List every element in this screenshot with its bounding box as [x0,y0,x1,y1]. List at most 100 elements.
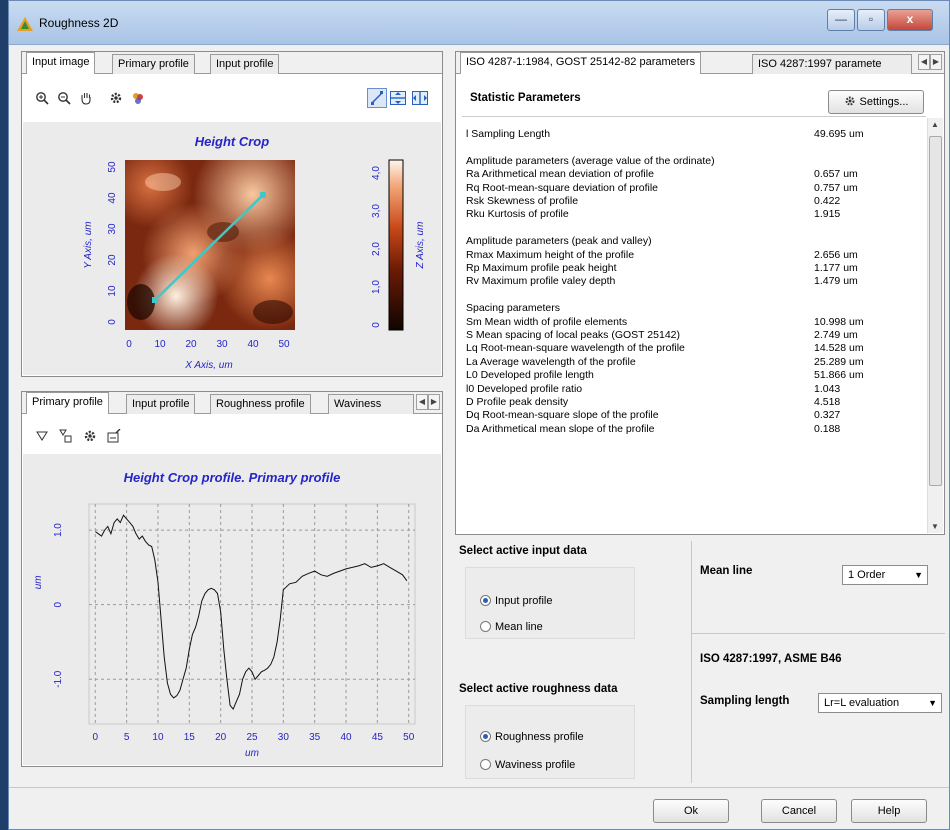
image-y-tick-label: 20 [107,254,118,266]
profile-end-handle[interactable] [260,192,266,198]
minimize-button[interactable]: — [827,9,855,31]
gear-icon [844,93,856,115]
tab-scroll-right-icon[interactable]: ▶ [428,394,440,410]
input-data-group: Input profile Mean line [465,567,635,639]
tab-input-profile-plot[interactable]: Input profile [126,394,196,414]
tab-scroll-left-icon[interactable]: ◀ [416,394,428,410]
image-y-ticks: 0 10 20 30 40 50 [107,161,118,325]
profile-x-tick-label: 35 [309,732,321,743]
parameters-tabbar: ISO 4287-1:1984, GOST 25142-82 parameter… [456,52,944,74]
scroll-up-icon[interactable]: ▲ [931,120,939,129]
param-tab-scroll[interactable]: ◀ ▶ [918,54,942,70]
sampling-length-value: Lr=L evaluation [824,697,900,709]
stat-label: Amplitude parameters (average value of t… [466,154,715,167]
stat-label: l Sampling Length [466,128,551,140]
help-button[interactable]: Help [851,799,927,823]
image-x-tick-label: 10 [154,339,166,350]
image-y-axis-label: Y Axis, um [83,221,94,268]
cancel-button[interactable]: Cancel [761,799,837,823]
horizontal-range-icon[interactable] [388,88,408,108]
radio-input-profile-label: Input profile [495,595,553,607]
copy-shapes-icon[interactable] [56,426,76,446]
radio-input-profile[interactable]: Input profile [480,594,552,608]
tab-iso-4287-1997[interactable]: ISO 4287:1997 paramete [752,54,912,74]
tab-scroll-left-icon[interactable]: ◀ [918,54,930,70]
stat-value: 0.327 [814,409,841,422]
gear-icon[interactable] [80,426,100,446]
tab-input-image[interactable]: Input image [26,52,96,74]
profile-x-tick-label: 15 [184,732,196,743]
tab-roughness-profile[interactable]: Roughness profile [210,394,311,414]
ok-button[interactable]: Ok [653,799,729,823]
profile-toolbar [22,422,442,450]
image-y-tick-label: 30 [107,223,118,235]
image-panel: Input image Primary profile Input profil… [21,51,443,377]
statistic-parameters-header: Statistic Parameters [470,92,581,104]
image-view[interactable]: Height Crop 0 10 20 30 40 50 0 10 20 30 … [23,122,441,375]
profile-x-axis-label: um [245,748,259,759]
settings-button[interactable]: Settings... [828,90,924,114]
close-button[interactable]: x [887,9,933,31]
maximize-button[interactable]: ▫ [857,9,885,31]
profile-chart-svg: 0 5 10 15 20 25 30 35 40 45 50 1.0 0 -1.0 um um [33,503,416,759]
vertical-range-icon[interactable] [410,88,430,108]
profile-series-line [95,514,408,711]
stat-value: 2.656 um [814,248,858,261]
radio-dot [480,595,491,606]
sampling-length-dropdown[interactable]: Lr=L evaluation ▼ [818,693,942,713]
stat-label: Amplitude parameters (peak and valley) [466,235,652,248]
image-x-ticks: 0 10 20 30 40 50 [126,339,290,350]
profile-x-tick-label: 30 [278,732,290,743]
profile-x-tick-label: 0 [92,732,98,743]
tab-primary-profile[interactable]: Primary profile [112,54,195,74]
stat-value: 2.749 um [814,329,858,341]
stat-value: 14.528 um [814,342,864,355]
stat-value: 1.479 um [814,275,858,288]
zoom-in-icon[interactable] [32,88,52,108]
stat-value: 49.695 um [814,128,864,140]
tab-input-profile[interactable]: Input profile [210,54,280,74]
mean-line-dropdown[interactable]: 1 Order ▼ [842,565,928,585]
app-logo-icon [17,17,33,31]
line-tool-icon[interactable] [367,88,387,108]
stat-label: Da Arithmetical mean slope of the profil… [466,422,655,435]
stat-label: Sm Mean width of profile elements [466,315,628,328]
chevron-down-icon: ▼ [928,698,937,708]
profile-plot-area[interactable]: Height Crop profile. Primary profile 051… [23,454,441,765]
radio-dot [480,731,491,742]
profile-tab-scroll[interactable]: ◀ ▶ [416,394,440,410]
profile-x-tick-label: 25 [246,732,258,743]
image-x-tick-label: 30 [216,339,228,350]
parameters-scrollbar[interactable]: ▲ ▼ [927,118,943,533]
pan-hand-icon[interactable] [76,88,96,108]
tab-primary-profile-plot[interactable]: Primary profile [26,392,109,414]
stat-value: 0.657 um [814,168,858,181]
statistics-list: l Sampling Length 49.695 um Amplitude para… [456,118,944,534]
stat-label: Lq Root-mean-square wavelength of the pr… [466,342,685,355]
iso-section-title: ISO 4287:1997, ASME B46 [700,653,842,665]
scroll-thumb[interactable] [929,136,942,486]
radio-roughness-profile[interactable]: Roughness profile [480,730,584,744]
stat-label: Rku Kurtosis of profile [466,208,569,221]
settings-button-label: Settings... [859,96,909,108]
export-icon[interactable] [104,426,124,446]
stat-label: S Mean spacing of local peaks (GOST 2514… [466,329,681,341]
profile-start-handle[interactable] [152,297,158,303]
stat-value: 51.866 um [814,369,864,382]
tab-iso-4287-1-1984[interactable]: ISO 4287-1:1984, GOST 25142-82 parameter… [460,52,702,74]
radio-mean-line[interactable]: Mean line [480,620,543,634]
zoom-out-icon[interactable] [54,88,74,108]
image-y-tick-label: 50 [107,161,118,173]
stat-value: 0.188 [814,422,841,435]
gear-icon[interactable] [106,88,126,108]
palette-icon[interactable] [128,88,148,108]
stat-label: Ra Arithmetical mean deviation of profil… [466,168,654,181]
tab-scroll-right-icon[interactable]: ▶ [930,54,942,70]
radio-waviness-profile[interactable]: Waviness profile [480,758,575,772]
profile-x-tick-label: 45 [372,732,384,743]
scroll-down-icon[interactable]: ▼ [931,522,939,531]
triangle-down-icon[interactable] [32,426,52,446]
image-z-tick-label: 1,0 [371,280,382,294]
tab-waviness-profile[interactable]: Waviness [328,394,414,414]
image-z-tick-label: 0 [371,322,382,328]
